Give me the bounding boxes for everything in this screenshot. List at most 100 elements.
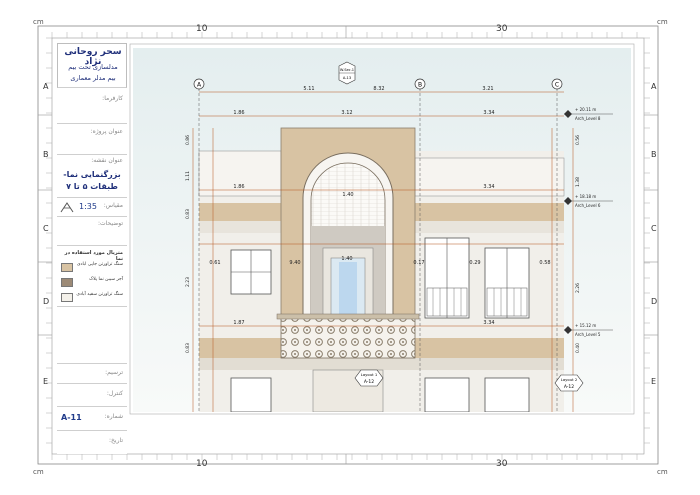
legend-item-white-stone: سنگ تراورتن سفید آبادی <box>61 292 123 302</box>
balcony-cornice <box>276 313 420 320</box>
facade-elevation-drawing: A B C W.Sec.1 A-13 5.11 8.32 3.21 3.12 1… <box>133 48 631 412</box>
band-left-upper2 <box>199 221 281 233</box>
notes-cell: توضیحات: <box>57 217 127 246</box>
grid-label-b: B <box>418 82 422 89</box>
date-cell: تاریخ: <box>57 431 127 453</box>
vdim-left-2: 1.11 <box>185 171 191 181</box>
dim-bottom-left: 1.87 <box>233 320 244 326</box>
notes-label: توضیحات: <box>97 220 123 227</box>
row-letter-e-left: E <box>43 377 49 386</box>
sheet-title-line2: طبقات ۵ تا ۷ <box>66 182 118 191</box>
dim-window: 1.40 <box>342 192 353 198</box>
course-line2: بیم مدلر معماری <box>70 74 116 82</box>
row-letter-a-right: A <box>651 82 657 91</box>
sheet-title-cell: عنوان نقشه: بزرگنمایی نما- طبقات ۵ تا ۷ <box>57 155 127 198</box>
employer-label: کارفرما: <box>102 95 123 102</box>
legend-swatch-travertine <box>61 263 73 272</box>
vdim-right-2: 1.38 <box>575 177 581 187</box>
dim-mid-right-2: 0.29 <box>469 260 480 266</box>
vdim-right-1: 0.56 <box>575 135 581 145</box>
dim-top-3: 3.21 <box>482 86 493 92</box>
check-cell: کنترل: <box>57 384 127 407</box>
title-block: سحر روحانی نژاد مدلسازی تحت بیم بیم مدلر… <box>57 43 127 454</box>
vdim-right-3: 2.26 <box>575 283 581 293</box>
band-lower2 <box>199 358 564 370</box>
ruler-unit-top-left: cm <box>33 18 44 26</box>
band-left-upper <box>199 203 281 221</box>
ruler-bottom-10: 10 <box>196 459 208 469</box>
empty-cell <box>57 307 127 364</box>
dim-mid-left-3: 1.40 <box>341 256 352 262</box>
dim-mid-right-3: 0.58 <box>539 260 550 266</box>
level-name-8: Arch_Level 8 <box>575 116 601 121</box>
dim-row3-right: 3.34 <box>483 184 494 190</box>
row-letter-d-right: D <box>651 297 658 306</box>
level-name-6: Arch_Level 6 <box>575 203 601 208</box>
date-label: تاریخ: <box>109 437 123 444</box>
legend-swatch-white-stone <box>61 293 73 302</box>
scale-label: مقیاس: <box>103 202 123 209</box>
right-lower-window-1 <box>424 377 470 412</box>
section-tag-bottom: A-13 <box>343 76 351 80</box>
ruler-unit-bottom-right: cm <box>657 468 668 476</box>
dim-center-top: 3.12 <box>341 110 352 116</box>
dim-top-1: 5.11 <box>303 86 314 92</box>
sheet-number-value: A-11 <box>61 413 82 422</box>
legend-label-brick: آجر سیبن نما پلاک <box>89 277 123 282</box>
band-right-upper2 <box>415 221 564 233</box>
title-block-header: سحر روحانی نژاد مدلسازی تحت بیم بیم مدلر… <box>57 43 127 88</box>
dim-row2-left: 1.86 <box>233 110 244 116</box>
layout1-sheet: A-12 <box>364 379 374 385</box>
level-elev-5: + 15.12 m <box>575 323 596 328</box>
legend-item-brick: آجر سیبن نما پلاک <box>61 277 123 287</box>
project-cell: عنوان پروژه: <box>57 124 127 155</box>
level-elev-8: + 20.11 m <box>575 107 596 112</box>
legend-item-travertine: سنگ تراورتن جاپی ابادی <box>61 262 123 272</box>
layout1-name: Layout 1 <box>361 372 378 377</box>
row-letter-e-right: E <box>651 377 657 386</box>
right-upper-wall <box>414 157 565 197</box>
lattice-balustrade <box>280 317 416 359</box>
legend-cell: متریال مورد استفاده در نما سنگ تراورتن ج… <box>57 246 127 307</box>
dim-row2-right: 3.34 <box>483 110 494 116</box>
project-label: عنوان پروژه: <box>90 128 123 135</box>
row-letter-b-left: B <box>43 150 49 159</box>
ruler-top-30: 30 <box>496 24 508 34</box>
row-letter-b-right: B <box>651 150 657 159</box>
dim-mid-left-2: 9.40 <box>289 260 300 266</box>
drawing-sheet: cm cm cm cm 10 30 10 30 A B C D E A B C … <box>0 0 700 495</box>
scale-icon <box>60 202 74 213</box>
row-letter-c-left: C <box>43 224 49 233</box>
right-lower-window-2 <box>484 377 530 412</box>
scale-value: 1:35 <box>79 202 97 211</box>
ruler-top-10: 10 <box>196 24 208 34</box>
sheet-title-label: عنوان نقشه: <box>91 157 123 164</box>
dim-top-2: 8.32 <box>373 86 384 92</box>
vdim-left-1: 0.86 <box>185 135 191 145</box>
legend-label-white-stone: سنگ تراورتن سفید آبادی <box>76 292 123 297</box>
dim-mid-left-1: 0.61 <box>209 260 220 266</box>
section-tag-top: W.Sec.1 <box>340 68 354 72</box>
employer-cell: کارفرما: <box>57 89 127 124</box>
drawn-cell: ترسیم: <box>57 364 127 384</box>
band-right-lower <box>415 338 564 358</box>
legend-swatch-brick <box>61 278 73 287</box>
legend-label-travertine: سنگ تراورتن جاپی ابادی <box>76 262 123 267</box>
dim-row3-left: 1.86 <box>233 184 244 190</box>
ruler-unit-bottom-left: cm <box>33 468 44 476</box>
vdim-left-5: 0.83 <box>185 343 191 353</box>
legend-title: متریال مورد استفاده در نما <box>64 250 123 262</box>
band-left-lower <box>199 338 281 358</box>
ruler-unit-top-right: cm <box>657 18 668 26</box>
dim-bottom-right: 3.34 <box>483 320 494 326</box>
number-cell: A-11 شماره: <box>57 407 127 431</box>
layout2-name: Layout 2 <box>561 377 578 382</box>
level-elev-6: + 18.18 m <box>575 194 596 199</box>
number-label: شماره: <box>104 413 123 420</box>
central-window-light <box>339 262 357 316</box>
row-letter-c-right: C <box>651 224 657 233</box>
sheet-title-line1: بزرگنمایی نما- <box>63 170 121 179</box>
left-lower-window <box>230 377 272 412</box>
vdim-left-4: 2.23 <box>185 277 191 287</box>
level-name-5: Arch_Level 5 <box>575 332 601 337</box>
